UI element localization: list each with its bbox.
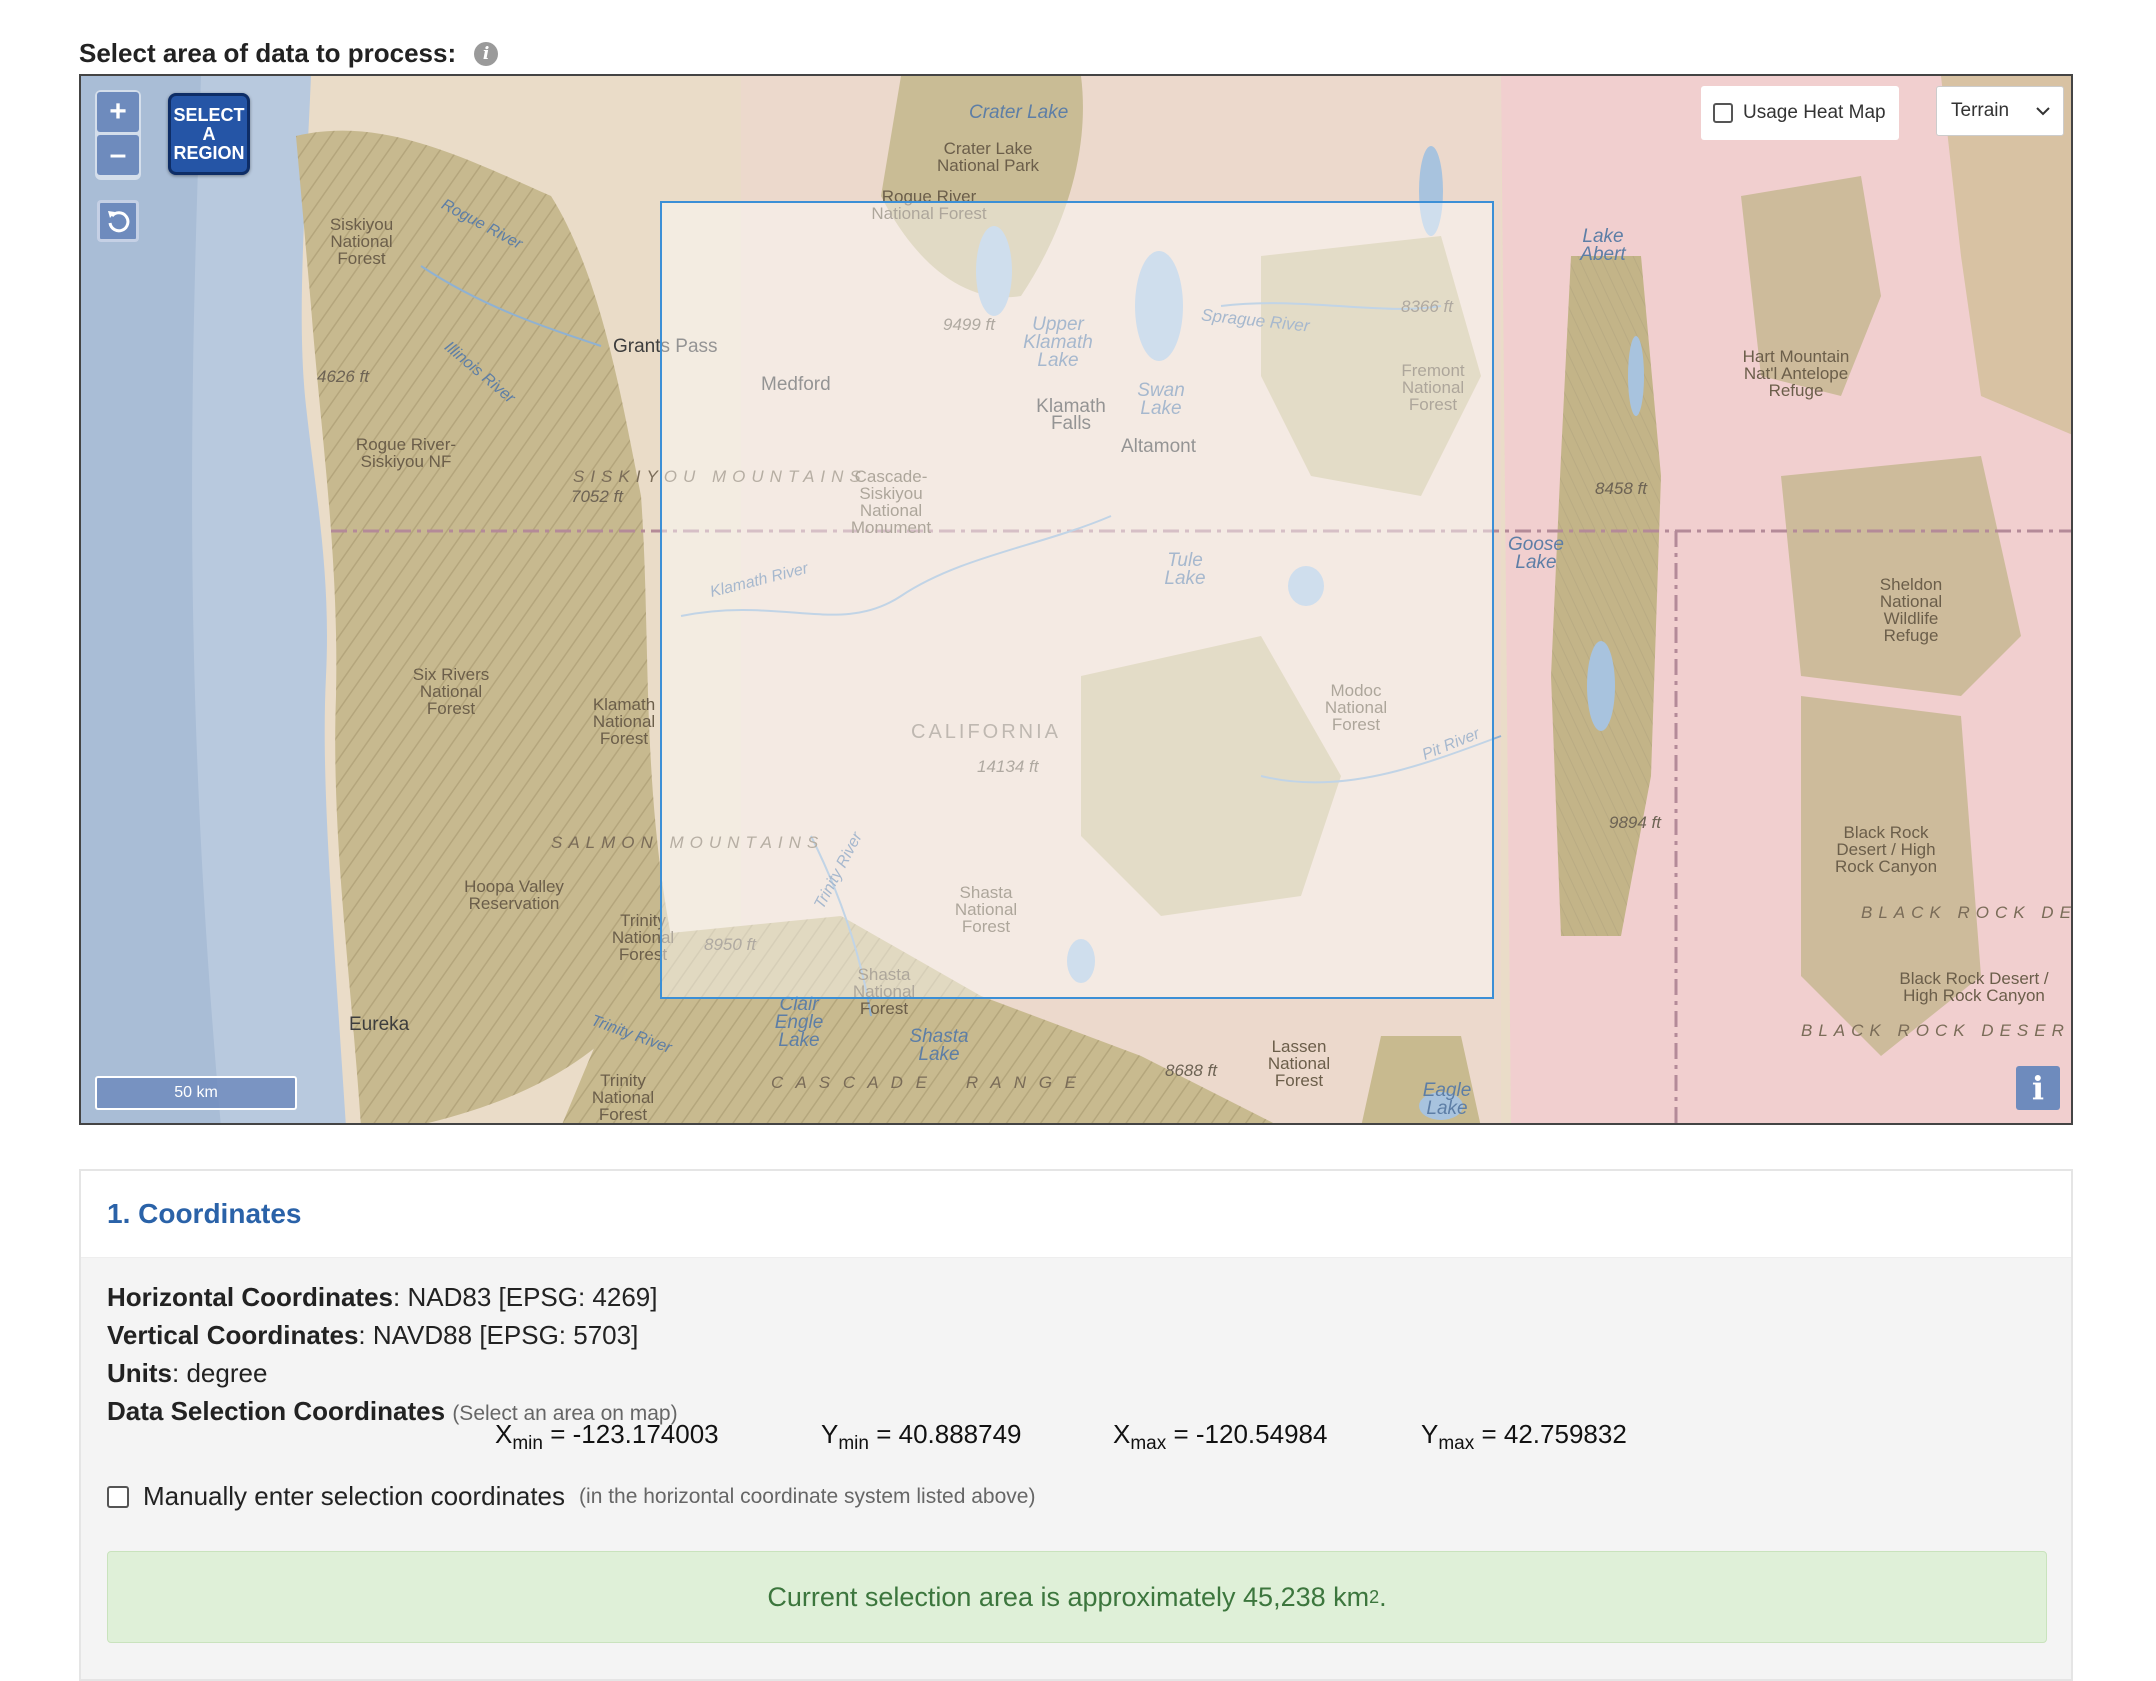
map-label: Siskiyou National Forest — [329, 215, 394, 268]
vertical-coordinates-row: Vertical Coordinates: NAVD88 [EPSG: 5703… — [107, 1316, 2045, 1354]
info-icon[interactable]: i — [474, 41, 499, 66]
reset-view-button[interactable] — [97, 200, 139, 242]
zoom-out-button[interactable]: – — [97, 135, 139, 175]
map-label: Lake Abert — [1580, 226, 1626, 265]
page-title-text: Select area of data to process: — [79, 38, 457, 68]
manual-entry-row[interactable]: Manually enter selection coordinates (in… — [107, 1481, 1035, 1512]
map-label: Hart Mountain Nat'l Antelope Refuge — [1742, 347, 1850, 400]
coordinates-panel: 1. Coordinates Horizontal Coordinates: N… — [79, 1169, 2073, 1681]
manual-entry-checkbox[interactable] — [107, 1485, 129, 1508]
area-text: Current selection area is approximately … — [767, 1581, 1370, 1612]
ymax-readout: Ymax = 42.759832 — [1421, 1419, 1627, 1455]
chevron-down-icon — [2036, 107, 2050, 116]
horizontal-value: : NAD83 [EPSG: 4269] — [393, 1282, 658, 1312]
xmin-value: -123.174003 — [572, 1419, 719, 1449]
map-label: 8458 ft — [1595, 479, 1647, 498]
vertical-value: : NAVD88 [EPSG: 5703] — [358, 1320, 639, 1350]
map-label: Hoopa Valley Reservation — [464, 877, 564, 913]
map-label: Crater Lake National Park — [936, 139, 1040, 175]
scale-bar: 50 km — [95, 1076, 297, 1110]
map-label: Clair Engle Lake — [774, 994, 824, 1051]
coordinates-panel-title: 1. Coordinates — [107, 1198, 302, 1229]
map-label: C A S C A D E R A N G E — [771, 1073, 1080, 1092]
manual-entry-label: Manually enter selection coordinates — [143, 1481, 566, 1511]
area-period: . — [1379, 1581, 1387, 1612]
ymin-readout: Ymin = 40.888749 — [821, 1419, 1022, 1455]
selection-area-banner: Current selection area is approximately … — [107, 1551, 2047, 1643]
map-label: Eagle Lake — [1422, 1080, 1472, 1119]
map-label: 7052 ft — [571, 487, 623, 506]
ymin-value: 40.888749 — [898, 1419, 1022, 1449]
map-label: Eureka — [349, 1014, 410, 1035]
map-label: Rogue River-Siskiyou NF — [355, 435, 457, 471]
selection-label: Data Selection Coordinates — [107, 1396, 446, 1426]
select-region-line-2: A — [202, 123, 216, 144]
area-superscript: 2 — [1369, 1586, 1380, 1607]
map-label: BLACK ROCK DESER — [1801, 1021, 2070, 1040]
usage-heatmap-label: Usage Heat Map — [1743, 102, 1886, 123]
zoom-in-button[interactable]: + — [97, 92, 139, 132]
map-label: Sheldon National Wildlife Refuge — [1879, 575, 1943, 645]
map-label: Crater Lake — [969, 102, 1069, 123]
units-label: Units — [107, 1358, 172, 1388]
map-label: Shasta Lake — [909, 1026, 969, 1065]
selection-rectangle[interactable] — [660, 201, 1494, 999]
scale-label: 50 km — [174, 1084, 218, 1101]
units-row: Units: degree — [107, 1354, 2045, 1392]
usage-heatmap-toggle[interactable]: Usage Heat Map — [1701, 86, 1899, 140]
info-icon: i — [2031, 1069, 2045, 1107]
usage-heatmap-checkbox[interactable] — [1713, 103, 1733, 123]
reset-icon — [108, 211, 130, 233]
map-label: BLACK ROCK DE — [1861, 903, 2073, 922]
map-info-button[interactable]: i — [2016, 1066, 2060, 1110]
map-label: Black Rock Desert / High Rock Canyon — [1899, 969, 2049, 1005]
select-region-line-3: REGION — [173, 142, 245, 163]
map-label: 4626 ft — [317, 367, 369, 386]
horizontal-coordinates-row: Horizontal Coordinates: NAD83 [EPSG: 426… — [107, 1278, 2045, 1316]
xmin-readout: Xmin = -123.174003 — [495, 1419, 719, 1455]
ymax-value: 42.759832 — [1503, 1419, 1627, 1449]
vertical-label: Vertical Coordinates — [107, 1320, 359, 1350]
map-label: 8688 ft — [1165, 1061, 1217, 1080]
basemap-select[interactable]: Terrain — [1936, 86, 2064, 136]
map-label: Klamath National Forest — [592, 695, 656, 748]
map-viewer[interactable]: Crater Lake Crater Lake National Park Ro… — [79, 74, 2073, 1125]
page-title: Select area of data to process: i — [79, 38, 499, 69]
map-label: 9894 ft — [1609, 813, 1661, 832]
map-label: Goose Lake — [1508, 534, 1564, 573]
manual-entry-hint: (in the horizontal coordinate system lis… — [579, 1484, 1036, 1508]
map-label: Six Rivers National Forest — [412, 665, 490, 718]
horizontal-label: Horizontal Coordinates — [107, 1282, 394, 1312]
coordinates-panel-body: Horizontal Coordinates: NAD83 [EPSG: 426… — [81, 1258, 2071, 1643]
map-label: Trinity National Forest — [591, 1071, 655, 1124]
basemap-value: Terrain — [1951, 100, 2010, 121]
xmax-value: -120.54984 — [1195, 1419, 1328, 1449]
selection-coordinates-row: Data Selection Coordinates (Select an ar… — [107, 1392, 2045, 1430]
map-label: Lassen National Forest — [1267, 1037, 1331, 1090]
select-region-button[interactable]: SELECT A REGION — [168, 93, 250, 175]
select-region-line-1: SELECT — [173, 104, 245, 125]
coordinates-panel-header[interactable]: 1. Coordinates — [81, 1171, 2071, 1258]
map-label: Black Rock Desert / High Rock Canyon — [1834, 823, 1938, 876]
xmax-readout: Xmax = -120.54984 — [1113, 1419, 1328, 1455]
units-value: : degree — [172, 1358, 268, 1388]
zoom-control: + – — [95, 90, 141, 180]
